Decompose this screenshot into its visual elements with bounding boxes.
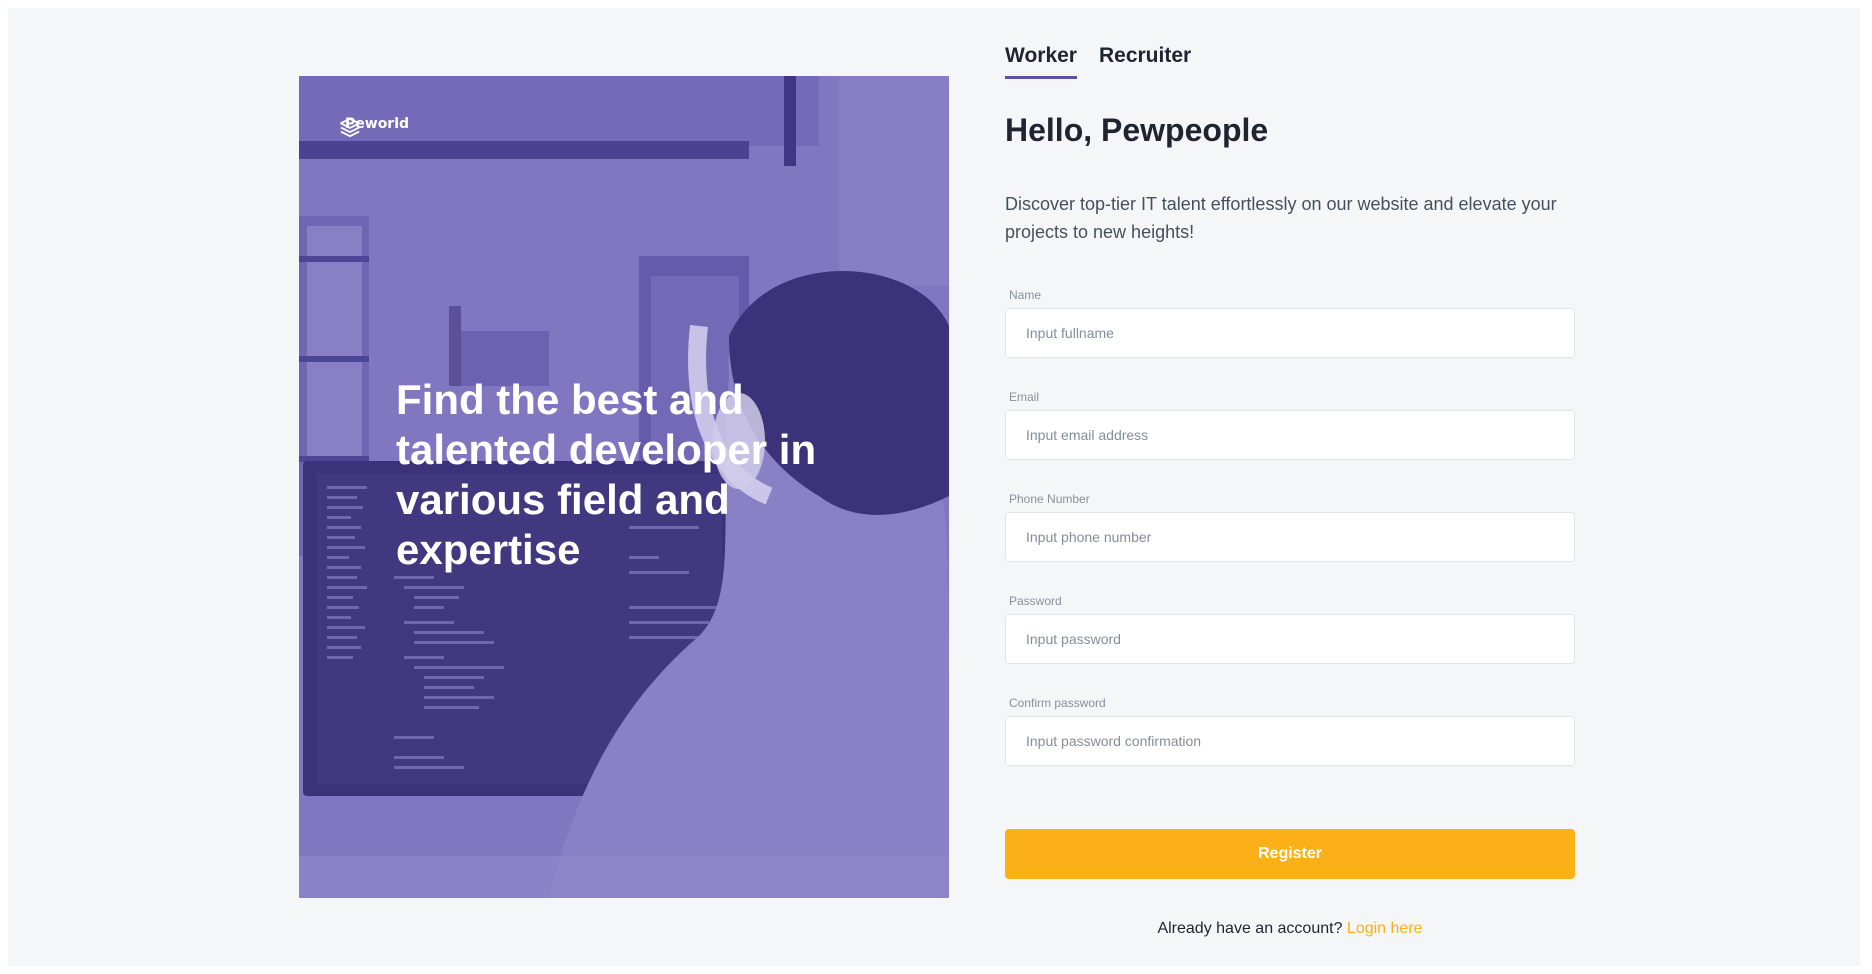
confirm-password-input[interactable] xyxy=(1005,716,1575,766)
page-title: Hello, Pewpeople xyxy=(1005,112,1269,148)
tab-worker[interactable]: Worker xyxy=(1005,44,1077,79)
password-field-group: Password xyxy=(1005,594,1575,664)
login-prompt-text: Already have an account? xyxy=(1157,920,1343,937)
name-label: Name xyxy=(1009,288,1042,302)
email-label: Email xyxy=(1009,390,1040,404)
page-background: Peworld Find the best and talented devel… xyxy=(8,8,1860,966)
register-button[interactable]: Register xyxy=(1005,829,1575,879)
phone-field-group: Phone Number xyxy=(1005,492,1575,562)
email-input[interactable] xyxy=(1005,410,1575,460)
name-input[interactable] xyxy=(1005,308,1575,358)
hero-panel: Peworld Find the best and talented devel… xyxy=(299,76,949,898)
name-field-group: Name xyxy=(1005,288,1575,358)
login-link[interactable]: Login here xyxy=(1347,920,1423,937)
login-prompt-row: Already have an account? Login here xyxy=(1005,920,1575,938)
tab-recruiter[interactable]: Recruiter xyxy=(1099,44,1191,79)
confirm-password-label: Confirm password xyxy=(1009,696,1106,710)
phone-input[interactable] xyxy=(1005,512,1575,562)
password-input[interactable] xyxy=(1005,614,1575,664)
phone-label: Phone Number xyxy=(1009,492,1090,506)
hero-headline: Find the best and talented developer in … xyxy=(396,376,817,573)
confirm-password-field-group: Confirm password xyxy=(1005,696,1575,766)
email-field-group: Email xyxy=(1005,390,1575,460)
brand-logo[interactable]: Peworld xyxy=(339,116,409,138)
password-label: Password xyxy=(1009,594,1062,608)
role-tabs: Worker Recruiter xyxy=(1005,44,1191,79)
page-subtitle: Discover top-tier IT talent effortlessly… xyxy=(1005,194,1557,242)
